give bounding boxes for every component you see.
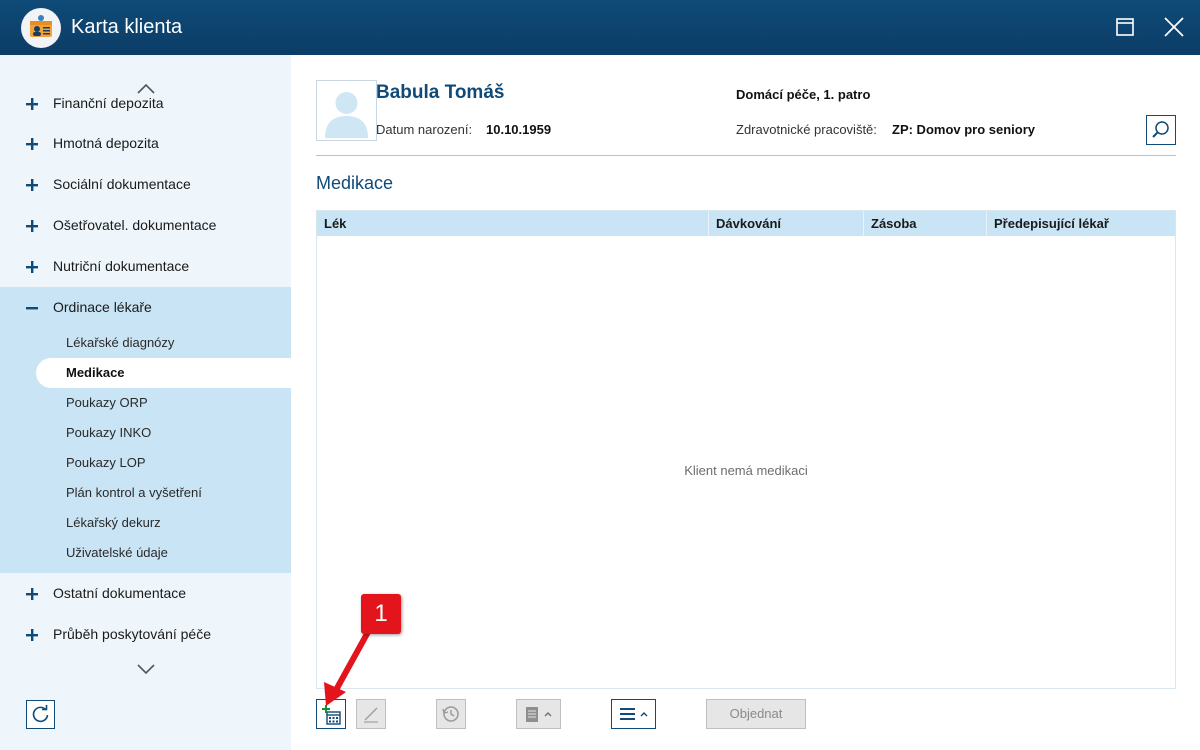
sidebar-item-label: Finanční depozita bbox=[53, 95, 164, 111]
column-header-predepisujici-lekar[interactable]: Předepisující lékař bbox=[986, 211, 1175, 236]
chevron-up-icon[interactable] bbox=[136, 83, 156, 95]
plus-icon bbox=[26, 220, 38, 232]
sidebar: Finanční depozita Hmotná depozita Sociál… bbox=[0, 55, 291, 750]
report-dropdown-button[interactable] bbox=[516, 699, 561, 729]
callout-arrow-icon bbox=[324, 629, 371, 706]
order-button[interactable]: Objednat bbox=[706, 699, 806, 729]
main-panel: Babula Tomáš Datum narození: 10.10.1959 … bbox=[291, 55, 1200, 750]
magnifier-icon bbox=[1152, 121, 1169, 138]
history-icon bbox=[442, 706, 459, 722]
title-bar: Karta klienta bbox=[0, 0, 1200, 55]
sidebar-item-label: Ordinace lékaře bbox=[53, 299, 152, 315]
sidebar-subitem-label: Poukazy INKO bbox=[66, 425, 152, 440]
sidebar-item-nutricni-dokumentace[interactable]: Nutriční dokumentace bbox=[0, 247, 291, 288]
sidebar-subitem-label: Poukazy ORP bbox=[66, 395, 148, 410]
sidebar-subitem-label: Poukazy LOP bbox=[66, 455, 146, 470]
sidebar-item-label: Ostatní dokumentace bbox=[53, 585, 187, 601]
close-icon bbox=[1164, 17, 1184, 37]
client-detail-button[interactable] bbox=[1146, 115, 1176, 145]
sidebar-item-label: Hmotná depozita bbox=[53, 135, 159, 151]
window-title: Karta klienta bbox=[71, 16, 183, 38]
sidebar-subitem-lekarsky-dekurz[interactable]: Lékařský dekurz bbox=[0, 508, 291, 538]
birth-date-value: 10.10.1959 bbox=[486, 122, 552, 137]
client-card-icon bbox=[21, 8, 61, 48]
refresh-icon bbox=[32, 705, 49, 723]
facility-label: Zdravotnické pracoviště: bbox=[736, 122, 877, 137]
sidebar-subitem-poukazy-orp[interactable]: Poukazy ORP bbox=[0, 388, 291, 418]
plus-icon bbox=[26, 629, 38, 641]
sidebar-subitem-label: Lékařské diagnózy bbox=[66, 335, 175, 350]
sidebar-item-osetrovatel-dokumentace[interactable]: Ošetřovatel. dokumentace bbox=[0, 206, 291, 247]
client-location: Domácí péče, 1. patro bbox=[736, 87, 871, 102]
refresh-button[interactable] bbox=[26, 700, 55, 729]
menu-dropdown-button[interactable] bbox=[611, 699, 656, 729]
birth-date-label: Datum narození: bbox=[376, 122, 473, 137]
hamburger-icon bbox=[620, 708, 648, 720]
plus-icon bbox=[26, 179, 38, 191]
plus-icon bbox=[26, 138, 38, 150]
sidebar-subitem-uzivatelske-udaje[interactable]: Uživatelské údaje bbox=[0, 538, 291, 568]
sidebar-subitem-label: Uživatelské údaje bbox=[66, 545, 168, 560]
sidebar-subitem-lekarske-diagnozy[interactable]: Lékařské diagnózy bbox=[0, 328, 291, 358]
sidebar-item-label: Ošetřovatel. dokumentace bbox=[53, 217, 217, 233]
medication-table: Lék Dávkování Zásoba Předepisující lékař… bbox=[316, 210, 1176, 689]
person-silhouette-icon bbox=[325, 92, 368, 138]
plus-icon bbox=[26, 261, 38, 273]
sidebar-item-ostatni-dokumentace[interactable]: Ostatní dokumentace bbox=[0, 574, 291, 615]
maximize-button[interactable] bbox=[1112, 14, 1138, 40]
empty-table-message: Klient nemá medikaci bbox=[684, 463, 808, 478]
table-header: Lék Dávkování Zásoba Předepisující lékař bbox=[317, 211, 1175, 236]
sidebar-item-ordinace-lekare[interactable]: Ordinace lékaře bbox=[0, 288, 291, 329]
header-divider bbox=[316, 155, 1176, 156]
facility-value: ZP: Domov pro seniory bbox=[892, 122, 1036, 137]
client-avatar bbox=[316, 80, 377, 141]
close-button[interactable] bbox=[1161, 14, 1187, 40]
sidebar-subitem-poukazy-inko[interactable]: Poukazy INKO bbox=[0, 418, 291, 448]
sidebar-subitem-label: Plán kontrol a vyšetření bbox=[66, 485, 202, 500]
sidebar-item-socialni-dokumentace[interactable]: Sociální dokumentace bbox=[0, 165, 291, 206]
sidebar-subitem-medikace[interactable]: Medikace bbox=[36, 358, 291, 388]
chevron-down-icon[interactable] bbox=[136, 663, 156, 675]
plus-icon bbox=[26, 588, 38, 600]
sidebar-item-label: Průběh poskytování péče bbox=[53, 626, 211, 642]
document-icon bbox=[526, 707, 552, 722]
sidebar-subitem-plan-kontrol[interactable]: Plán kontrol a vyšetření bbox=[0, 478, 291, 508]
column-header-davkovani[interactable]: Dávkování bbox=[708, 211, 863, 236]
sidebar-item-label: Nutriční dokumentace bbox=[53, 258, 190, 274]
history-button[interactable] bbox=[436, 699, 466, 729]
sidebar-item-hmotna-depozita[interactable]: Hmotná depozita bbox=[0, 124, 291, 165]
plus-icon bbox=[26, 98, 38, 110]
minus-icon bbox=[26, 307, 38, 310]
sidebar-subitem-label: Lékařský dekurz bbox=[66, 515, 161, 530]
column-header-zasoba[interactable]: Zásoba bbox=[863, 211, 986, 236]
sidebar-subitem-poukazy-lop[interactable]: Poukazy LOP bbox=[0, 448, 291, 478]
callout-badge: 1 bbox=[361, 594, 401, 634]
sidebar-item-prubeh-poskytovani-pece[interactable]: Průběh poskytování péče bbox=[0, 615, 291, 656]
column-header-lek[interactable]: Lék bbox=[317, 211, 708, 236]
page-title: Medikace bbox=[316, 173, 394, 193]
client-name: Babula Tomáš bbox=[376, 82, 505, 103]
sidebar-subitem-label: Medikace bbox=[66, 365, 125, 380]
maximize-icon bbox=[1116, 18, 1134, 36]
sidebar-item-label: Sociální dokumentace bbox=[53, 176, 191, 192]
